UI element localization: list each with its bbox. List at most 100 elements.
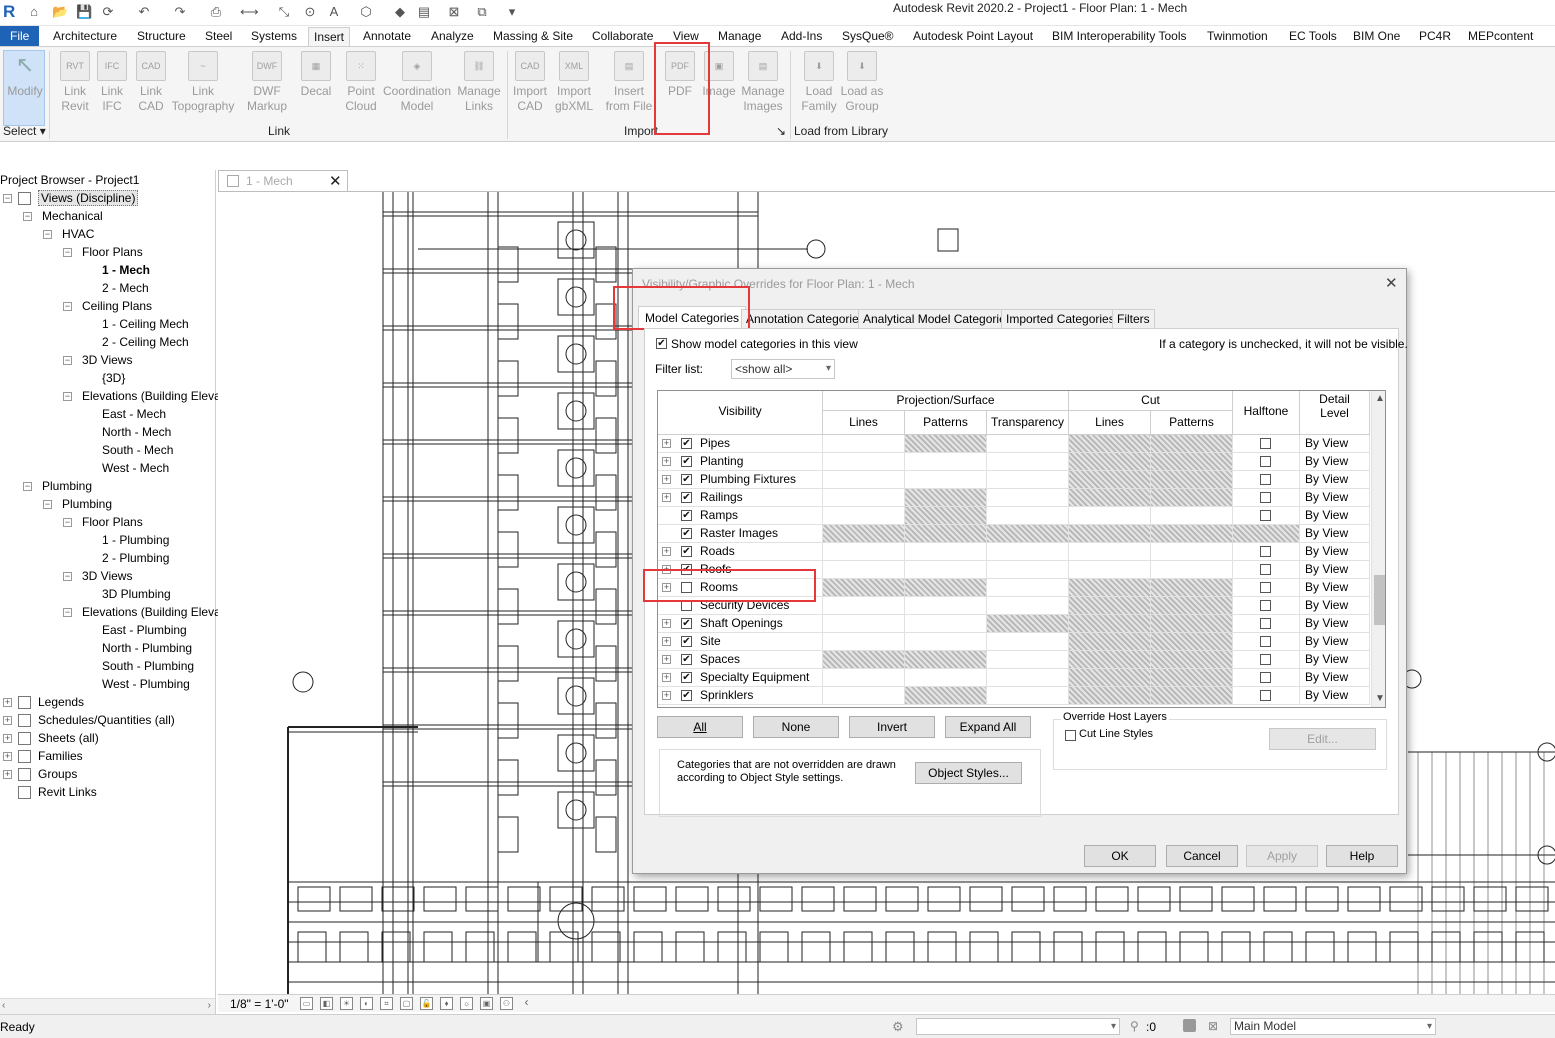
edit-button[interactable]: Edit... [1269, 728, 1376, 750]
measure-icon[interactable]: ⟷ [240, 4, 259, 20]
tree-item-plumbing[interactable]: Plumbing [62, 496, 112, 512]
category-visible-checkbox[interactable]: ✔ [681, 690, 692, 701]
category-row[interactable]: ✔ Ramps By View [658, 507, 1370, 525]
tab-bim-interoperability-tools[interactable]: BIM Interoperability Tools [1052, 27, 1187, 46]
crop-view-icon[interactable]: ⌗ [380, 997, 393, 1010]
grid-cell[interactable] [1151, 525, 1233, 543]
expand-all-button[interactable]: Expand All [945, 716, 1031, 738]
editing-requests-icon[interactable]: ⚲ [1130, 1019, 1139, 1033]
expand-row-icon[interactable]: + [662, 655, 671, 664]
tree-toggle-icon[interactable]: − [3, 194, 12, 203]
expand-row-icon[interactable]: + [662, 637, 671, 646]
halftone-checkbox[interactable] [1260, 510, 1271, 521]
category-visible-checkbox[interactable]: ✔ [681, 492, 692, 503]
grid-cell[interactable] [823, 453, 905, 471]
category-visible-checkbox[interactable]: ✔ [681, 510, 692, 521]
halftone-checkbox[interactable] [1260, 564, 1271, 575]
tree-item-plumbing[interactable]: Plumbing [42, 478, 92, 494]
show-categories-checkbox[interactable]: ✔ [656, 338, 667, 349]
customize-qat-icon[interactable]: ▾ [504, 4, 520, 20]
category-visible-checkbox[interactable]: ✔ [681, 474, 692, 485]
tree-toggle-icon[interactable]: − [63, 302, 72, 311]
category-visible-checkbox[interactable]: ✔ [681, 456, 692, 467]
grid-cell[interactable] [987, 489, 1069, 507]
grid-cell[interactable] [823, 651, 905, 669]
scrollbar-thumb[interactable] [1374, 575, 1385, 625]
category-row[interactable]: + ✔ Planting By View [658, 453, 1370, 471]
dialog-tab-filters[interactable]: Filters [1112, 309, 1155, 328]
link-ifc-button[interactable]: IFC Link IFC [95, 51, 129, 114]
grid-cell[interactable] [905, 633, 987, 651]
ok-button[interactable]: OK [1084, 845, 1156, 867]
expand-row-icon[interactable]: + [662, 691, 671, 700]
grid-cell[interactable] [905, 525, 987, 543]
category-row[interactable]: + ✔ Site By View [658, 633, 1370, 651]
manage-images-button[interactable]: ▤ Manage Images [740, 51, 786, 114]
tree-item-views-discipline[interactable]: Views (Discipline) [38, 190, 139, 206]
tree-toggle-icon[interactable]: − [63, 518, 72, 527]
tree-item-revit-links[interactable]: Revit Links [38, 784, 97, 800]
category-visible-checkbox[interactable]: ✔ [681, 618, 692, 629]
sync-icon[interactable]: ⟳ [100, 4, 116, 20]
grid-cell[interactable] [987, 615, 1069, 633]
tree-toggle-icon[interactable]: − [63, 392, 72, 401]
filter-list-select[interactable]: <show all> ▾ [731, 359, 835, 379]
tab-annotate[interactable]: Annotate [363, 27, 411, 46]
category-row[interactable]: + ✔ Roads By View [658, 543, 1370, 561]
halftone-checkbox[interactable] [1260, 636, 1271, 647]
grid-cell[interactable] [1069, 561, 1151, 579]
tree-item-3d[interactable]: {3D} [102, 370, 125, 386]
grid-cell[interactable] [1069, 633, 1151, 651]
home-icon[interactable]: ⌂ [26, 4, 42, 20]
grid-cell[interactable] [1151, 633, 1233, 651]
tree-item-families[interactable]: Families [38, 748, 83, 764]
grid-cell[interactable] [823, 507, 905, 525]
tab-ec-tools[interactable]: EC Tools [1289, 27, 1337, 46]
tab-structure[interactable]: Structure [137, 27, 186, 46]
dimension-icon[interactable]: ⤡ [276, 4, 292, 20]
cut-line-styles-checkbox[interactable] [1065, 730, 1076, 741]
tree-item-east-plumbing[interactable]: East - Plumbing [102, 622, 187, 638]
grid-cell[interactable] [823, 543, 905, 561]
grid-cell[interactable] [905, 651, 987, 669]
coordination-model-button[interactable]: ◈ Coordination Model [381, 51, 453, 114]
grid-cell[interactable] [987, 507, 1069, 525]
tree-item-elevations-building-eleva[interactable]: Elevations (Building Eleva [82, 604, 221, 620]
expand-row-icon[interactable]: + [662, 439, 671, 448]
grid-cell[interactable] [905, 579, 987, 597]
switch-windows-icon[interactable]: ⧉ [474, 4, 490, 20]
category-visible-checkbox[interactable]: ✔ [681, 528, 692, 539]
tree-item-3d-views[interactable]: 3D Views [82, 568, 132, 584]
grid-cell[interactable] [987, 543, 1069, 561]
grid-cell[interactable] [987, 561, 1069, 579]
import-gbxml-button[interactable]: XML Import gbXML [551, 51, 597, 114]
grid-cell[interactable] [905, 489, 987, 507]
grid-cell[interactable] [987, 453, 1069, 471]
grid-cell[interactable] [823, 561, 905, 579]
grid-cell[interactable] [905, 669, 987, 687]
category-visible-checkbox[interactable]: ✔ [681, 672, 692, 683]
grid-cell[interactable] [905, 687, 987, 705]
grid-cell[interactable] [987, 687, 1069, 705]
halftone-checkbox[interactable] [1260, 582, 1271, 593]
tree-item-floor-plans[interactable]: Floor Plans [82, 514, 143, 530]
tree-item-1-mech[interactable]: 1 - Mech [102, 262, 150, 278]
tree-toggle-icon[interactable]: − [43, 500, 52, 509]
tree-item-ceiling-plans[interactable]: Ceiling Plans [82, 298, 152, 314]
halftone-checkbox[interactable] [1260, 474, 1271, 485]
detail-level-value[interactable]: By View [1305, 454, 1348, 468]
point-cloud-button[interactable]: ⁙ Point Cloud [340, 51, 382, 114]
manage-links-button[interactable]: ⛓ Manage Links [456, 51, 502, 114]
expand-row-icon[interactable]: + [662, 457, 671, 466]
close-icon[interactable]: ✕ [329, 172, 342, 190]
category-visible-checkbox[interactable]: ✔ [681, 636, 692, 647]
worksets-icon[interactable]: ⚙ [892, 1019, 904, 1035]
invert-button[interactable]: Invert [849, 716, 935, 738]
apply-button[interactable]: Apply [1246, 845, 1318, 867]
grid-cell[interactable] [1151, 651, 1233, 669]
grid-cell[interactable] [1069, 525, 1151, 543]
grid-cell[interactable] [823, 489, 905, 507]
grid-cell[interactable] [987, 651, 1069, 669]
close-hidden-icon[interactable]: ⊠ [446, 4, 462, 20]
section-icon[interactable]: ◆ [392, 4, 408, 20]
